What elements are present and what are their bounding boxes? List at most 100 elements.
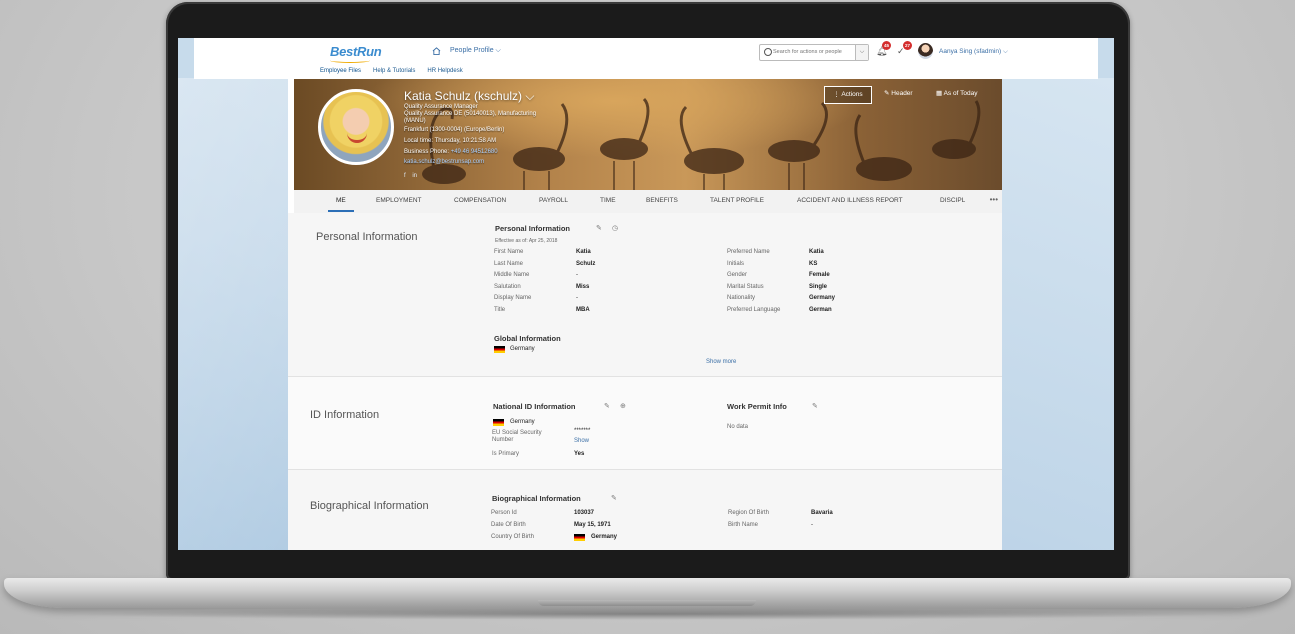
company-logo[interactable]: BestRun [330, 44, 382, 59]
nationality-label: Nationality [727, 295, 756, 301]
personal-information-section: Personal Information Personal Informatio… [288, 213, 1002, 376]
edit-icon[interactable]: ✎ [611, 494, 617, 502]
tab-accident-report[interactable]: ACCIDENT AND ILLNESS REPORT [797, 197, 903, 204]
middle-name-value: - [576, 272, 578, 278]
cob-label: Country Of Birth [491, 534, 535, 540]
module-label: People Profile [450, 47, 494, 54]
more-tabs-icon[interactable]: ••• [990, 195, 998, 204]
as-of-label: As of Today [943, 90, 978, 97]
employee-name[interactable]: Katia Schulz (kschulz) ⌵ [404, 89, 534, 104]
search-scope-dropdown[interactable]: ⌵ [855, 45, 868, 60]
last-name-label: Last Name [494, 261, 524, 267]
todo-badge: 27 [903, 41, 912, 50]
home-icon[interactable] [432, 47, 441, 55]
avatar[interactable] [918, 43, 933, 59]
germany-flag-icon [494, 346, 505, 353]
tab-benefits[interactable]: BENEFITS [646, 197, 678, 204]
module-menu[interactable]: People Profile ⌵ [450, 47, 501, 55]
link-employee-files[interactable]: Employee Files [320, 68, 361, 74]
department: Quality Assurance DE (50140013), Manufac… [404, 111, 537, 117]
effective-date: Effective as of: Apr 25, 2018 [495, 238, 558, 244]
region-of-birth-value: Bavaria [811, 510, 833, 516]
actions-button[interactable]: ⋮ Actions [824, 86, 872, 104]
middle-name-label: Middle Name [494, 272, 530, 278]
title-value: MBA [576, 307, 590, 313]
show-more-link[interactable]: Show more [706, 359, 736, 365]
search-input[interactable] [773, 46, 853, 58]
preferred-name-value: Katia [809, 249, 824, 255]
id-information-section: ID Information National ID Information ✎… [288, 377, 1002, 469]
email-link[interactable]: katia.schulz@bestrunsap.com [404, 159, 484, 166]
card-title-work-permit: Work Permit Info [727, 402, 787, 411]
shell-bar: BestRun People Profile ⌵ Employee Files … [194, 38, 1098, 79]
link-hr-helpdesk[interactable]: HR Helpdesk [427, 68, 462, 74]
link-help[interactable]: Help & Tutorials [373, 68, 415, 74]
business-phone-row: Business Phone: +49 46 94512680 [404, 149, 498, 156]
initials-label: Initials [727, 261, 745, 267]
business-phone[interactable]: +49 46 94512680 [451, 149, 498, 155]
tab-talent-profile[interactable]: TALENT PROFILE [710, 197, 764, 204]
profile-photo[interactable] [318, 89, 394, 165]
header-label: Header [891, 90, 913, 97]
location: Frankfurt (1300-0004) (Europe/Berlin) [404, 127, 505, 133]
card-title-personal: Personal Information [495, 224, 571, 233]
salutation-value: Miss [576, 284, 590, 290]
search-box[interactable]: ⌵ [759, 44, 869, 61]
social-links: f in [404, 173, 417, 179]
add-icon[interactable]: ⊕ [620, 402, 626, 410]
tab-employment[interactable]: EMPLOYMENT [376, 197, 422, 204]
eu-ssn-value: ******* [574, 428, 591, 434]
first-name-label: First Name [494, 249, 524, 255]
salutation-label: Salutation [494, 284, 521, 290]
job-title: Quality Assurance Manager [404, 104, 478, 110]
eu-ssn-label: EU Social Security Number [492, 430, 542, 443]
user-name: Aanya Sing (sfadmin) [939, 48, 1002, 55]
region-of-birth-label: Region Of Birth [728, 510, 770, 516]
card-title-bio: Biographical Information [492, 494, 581, 503]
user-menu[interactable]: Aanya Sing (sfadmin) ⌵ [939, 48, 1008, 56]
active-tab-indicator [328, 210, 354, 212]
logo-swoosh [330, 58, 370, 63]
chevron-down-icon: ⌵ [495, 47, 501, 54]
history-icon[interactable]: ◷ [612, 224, 618, 232]
notification-badge: 45 [882, 41, 891, 50]
tab-payroll[interactable]: PAYROLL [539, 197, 568, 204]
as-of-today-button[interactable]: ▦ As of Today [936, 86, 977, 102]
work-permit-value: No data [727, 424, 749, 430]
tab-compensation[interactable]: COMPENSATION [454, 197, 506, 204]
tab-time[interactable]: TIME [600, 197, 616, 204]
chevron-down-icon: ⌵ [1001, 48, 1008, 55]
first-name-value: Katia [576, 249, 591, 255]
global-country: Germany [510, 346, 535, 352]
department-code: (MANU) [404, 118, 426, 124]
display-name-value: - [576, 295, 578, 301]
tab-discipline[interactable]: DISCIPL [940, 197, 965, 204]
linkedin-icon[interactable]: in [412, 173, 417, 179]
national-id-country: Germany [510, 419, 535, 425]
facebook-icon[interactable]: f [404, 173, 406, 179]
card-title-national-id: National ID Information [493, 402, 576, 411]
gender-value: Female [809, 272, 830, 278]
card-title-global: Global Information [494, 334, 561, 343]
search-icon [764, 48, 772, 56]
tab-me[interactable]: ME [336, 197, 346, 204]
title-label: Title [494, 307, 506, 313]
show-ssn-link[interactable]: Show [574, 438, 589, 444]
business-phone-label: Business Phone: [404, 149, 450, 155]
preferred-language-label: Preferred Language [727, 307, 781, 313]
preferred-language-value: German [809, 307, 832, 313]
local-time: Local time: Thursday, 10:21:58 AM [404, 138, 497, 144]
is-primary-value: Yes [574, 451, 585, 457]
person-id-value: 103037 [574, 510, 595, 516]
person-id-label: Person Id [491, 510, 517, 516]
edit-icon[interactable]: ✎ [596, 224, 602, 232]
screen: BestRun People Profile ⌵ Employee Files … [178, 38, 1114, 550]
header-button[interactable]: ✎ Header [884, 86, 913, 102]
profile-header: Katia Schulz (kschulz) ⌵ Quality Assuran… [294, 79, 1002, 190]
calendar-icon: ▦ [936, 90, 944, 97]
edit-icon[interactable]: ✎ [604, 402, 610, 410]
sub-links: Employee Files Help & Tutorials HR Helpd… [320, 68, 463, 74]
edit-icon[interactable]: ✎ [812, 402, 818, 410]
marital-status-value: Single [809, 284, 828, 290]
employee-name-text: Katia Schulz (kschulz) [404, 89, 523, 103]
